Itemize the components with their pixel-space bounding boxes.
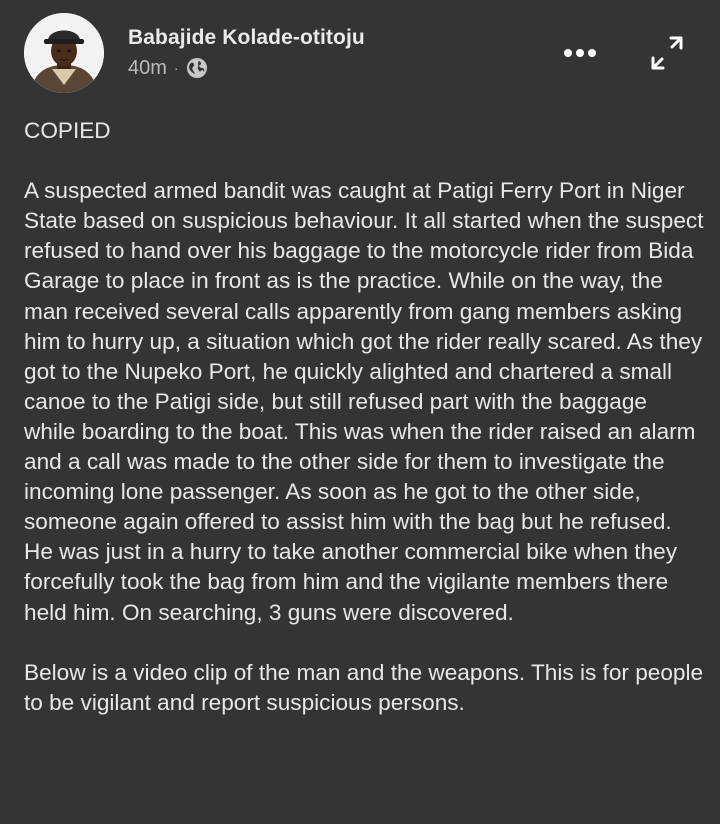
post-timestamp[interactable]: 40m <box>128 57 167 80</box>
author-name[interactable]: Babajide Kolade-otitoju <box>128 26 365 50</box>
expand-button[interactable] <box>646 32 688 74</box>
facebook-post: Babajide Kolade-otitoju 40m · COPIED A s… <box>0 0 720 824</box>
expand-icon <box>651 36 683 70</box>
more-options-button[interactable] <box>560 38 600 68</box>
author-avatar[interactable] <box>24 13 104 93</box>
meta-separator: · <box>173 60 179 76</box>
more-options-icon <box>564 49 596 57</box>
post-meta: 40m · <box>128 56 208 80</box>
post-heading: COPIED <box>24 118 111 143</box>
avatar-portrait-icon <box>24 13 104 93</box>
globe-icon[interactable] <box>186 57 208 79</box>
post-header: Babajide Kolade-otitoju 40m · <box>0 0 720 110</box>
post-paragraph-1: A suspected armed bandit was caught at P… <box>24 178 710 625</box>
post-paragraph-2: Below is a video clip of the man and the… <box>24 659 710 715</box>
post-body: COPIED A suspected armed bandit was caug… <box>24 116 704 718</box>
